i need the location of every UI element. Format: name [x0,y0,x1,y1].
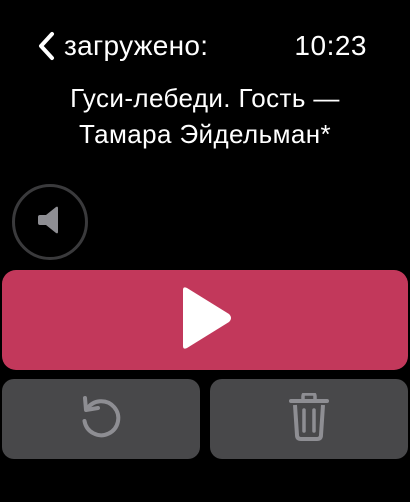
play-icon [177,286,233,355]
chevron-left-icon [38,31,56,61]
restart-button[interactable] [2,379,200,459]
trash-icon [289,391,329,446]
speaker-icon [37,203,63,242]
episode-title: Гуси-лебеди. Гость — Тамара Эйдельман* [0,80,410,152]
play-button[interactable] [2,270,408,370]
volume-button[interactable] [12,184,88,260]
episode-title-line-1: Гуси-лебеди. Гость — [70,83,340,113]
back-label: загружено: [64,30,209,61]
restart-icon [76,392,126,447]
clock: 10:23 [294,30,367,61]
back-button[interactable]: загружено: [38,26,208,66]
episode-title-line-2: Тамара Эйдельман* [79,119,331,149]
delete-button[interactable] [210,379,408,459]
header: загружено: 10:23 [0,22,410,68]
